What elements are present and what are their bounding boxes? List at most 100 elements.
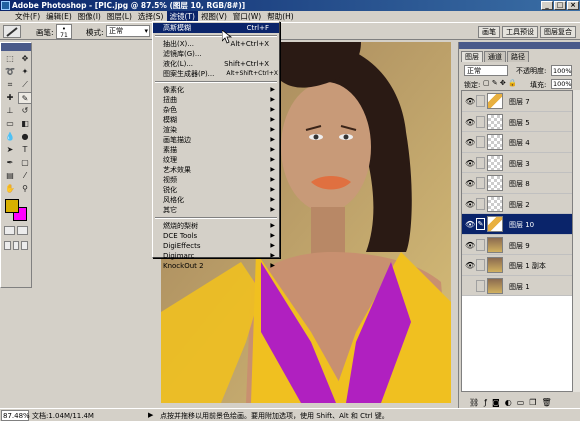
eye-icon[interactable]: 👁: [465, 97, 475, 106]
menu-item-blur[interactable]: 模糊 ▶: [153, 115, 279, 125]
maximize-button[interactable]: □: [554, 1, 566, 10]
eye-icon[interactable]: 👁: [465, 220, 475, 229]
menu-item-other[interactable]: 其它 ▶: [153, 205, 279, 215]
menu-item-digieffects[interactable]: DigiEffects ▶: [153, 241, 279, 251]
layer-list-scrollbar[interactable]: [572, 90, 580, 392]
layer-row[interactable]: 👁 图层 1 副本: [462, 255, 572, 276]
gradient-tool-icon[interactable]: ◧: [18, 118, 32, 130]
standard-screen-button[interactable]: [4, 241, 11, 250]
menu-item-digimarc[interactable]: Digimarc ▶: [153, 251, 279, 261]
eye-icon[interactable]: 👁: [465, 118, 475, 127]
shape-tool-icon[interactable]: ▢: [18, 157, 32, 169]
menu-item-texture[interactable]: 纹理 ▶: [153, 155, 279, 165]
menu-item-liquify[interactable]: 液化(L)... Shift+Ctrl+X: [153, 59, 279, 69]
menu-item-video[interactable]: 视频 ▶: [153, 175, 279, 185]
pen-tool-icon[interactable]: ✒: [3, 157, 17, 169]
menu-item-pixelate[interactable]: 像素化 ▶: [153, 85, 279, 95]
layer-row-selected[interactable]: 👁 ✎ 图层 10: [462, 214, 572, 235]
menu-item-brush-strokes[interactable]: 画笔描边 ▶: [153, 135, 279, 145]
link-cell[interactable]: [476, 95, 485, 107]
new-layer-icon[interactable]: ❐: [529, 398, 536, 407]
eye-icon[interactable]: 👁: [465, 159, 475, 168]
menu-item-stylize[interactable]: 风格化 ▶: [153, 195, 279, 205]
menu-item-pattern-maker[interactable]: 图案生成器(P)... Alt+Shift+Ctrl+X: [153, 69, 279, 79]
zoom-input[interactable]: 87.48%: [1, 410, 30, 421]
layer-row[interactable]: 图层 1: [462, 275, 572, 296]
notes-tool-icon[interactable]: ▤: [3, 170, 17, 182]
lock-icons[interactable]: ▢ ✎ ✥ 🔒: [483, 79, 517, 87]
link-cell[interactable]: [476, 177, 485, 189]
menu-item-distort[interactable]: 扭曲 ▶: [153, 95, 279, 105]
tab-layers[interactable]: 图层: [461, 51, 483, 62]
healing-brush-tool-icon[interactable]: ✚: [3, 92, 17, 104]
toolbox-header[interactable]: [1, 43, 31, 51]
history-brush-tool-icon[interactable]: ↺: [18, 105, 32, 117]
blur-tool-icon[interactable]: 💧: [3, 131, 17, 143]
link-cell[interactable]: [476, 115, 485, 128]
full-screen-button[interactable]: [21, 241, 29, 250]
menu-layer[interactable]: 图层(L): [104, 11, 135, 22]
move-tool-icon[interactable]: ✥: [18, 53, 32, 65]
menu-file[interactable]: 文件(F): [12, 11, 43, 22]
trash-icon[interactable]: 🗑: [541, 398, 551, 407]
menu-item-noise[interactable]: 杂色 ▶: [153, 105, 279, 115]
eyedropper-tool-icon[interactable]: ⁄: [18, 170, 32, 182]
layer-row[interactable]: 👁 图层 5: [462, 111, 572, 132]
tool-preset-picker[interactable]: [3, 25, 21, 38]
status-menu-arrow-icon[interactable]: ▶: [148, 411, 153, 419]
new-group-icon[interactable]: ▭: [517, 398, 525, 407]
menu-image[interactable]: 图像(I): [75, 11, 104, 22]
zoom-tool-icon[interactable]: ⚲: [18, 183, 32, 195]
link-cell[interactable]: [476, 238, 485, 251]
palette-tab-layer-comps[interactable]: 图层复合: [540, 26, 576, 38]
opacity-input[interactable]: 100%: [551, 65, 572, 76]
tab-channels[interactable]: 通道: [484, 51, 506, 62]
menu-edit[interactable]: 编辑(E): [43, 11, 75, 22]
brush-link-icon[interactable]: ✎: [476, 218, 485, 230]
layer-row[interactable]: 👁 图层 9: [462, 234, 572, 255]
magic-wand-tool-icon[interactable]: ✦: [18, 66, 32, 78]
slice-tool-icon[interactable]: ⟋: [18, 79, 32, 91]
link-cell[interactable]: [476, 197, 485, 210]
palette-tab-brushes[interactable]: 画笔: [478, 26, 500, 38]
link-layers-icon[interactable]: ⛓: [469, 398, 479, 407]
quick-mask-button[interactable]: [17, 226, 28, 235]
new-fill-layer-icon[interactable]: ◐: [505, 398, 512, 407]
link-cell[interactable]: [476, 279, 485, 292]
type-tool-icon[interactable]: T: [18, 144, 32, 156]
minimize-button[interactable]: _: [541, 1, 553, 10]
menu-item-plugin-pear-tree[interactable]: 燃烧的梨树 ▶: [153, 221, 279, 231]
full-screen-menu-button[interactable]: [12, 241, 20, 250]
link-cell[interactable]: [476, 136, 485, 148]
menu-item-artistic[interactable]: 艺术效果 ▶: [153, 165, 279, 175]
close-button[interactable]: ×: [567, 1, 579, 10]
eye-icon[interactable]: 👁: [465, 138, 475, 147]
tab-paths[interactable]: 路径: [507, 51, 529, 62]
layer-row[interactable]: 👁 图层 8: [462, 173, 572, 194]
hand-tool-icon[interactable]: ✋: [3, 183, 17, 195]
foreground-color-swatch[interactable]: [5, 199, 19, 213]
path-selection-tool-icon[interactable]: ➤: [3, 144, 17, 156]
brush-tool-icon[interactable]: ✎: [18, 92, 32, 104]
menu-item-dce-tools[interactable]: DCE Tools ▶: [153, 231, 279, 241]
blend-mode-select[interactable]: 正常: [464, 65, 508, 76]
clone-stamp-tool-icon[interactable]: ⊥: [3, 105, 17, 117]
mode-select[interactable]: 正常: [106, 25, 150, 37]
fill-input[interactable]: 100%: [551, 79, 572, 89]
marquee-tool-icon[interactable]: ⬚: [3, 53, 17, 65]
link-cell[interactable]: [476, 156, 485, 169]
layer-row[interactable]: 👁 图层 3: [462, 152, 572, 173]
panel-header[interactable]: [459, 42, 580, 49]
link-cell[interactable]: [476, 259, 485, 271]
eye-icon[interactable]: 👁: [465, 179, 475, 188]
menu-item-sharpen[interactable]: 锐化 ▶: [153, 185, 279, 195]
layer-row[interactable]: 👁 图层 7: [462, 91, 572, 112]
menu-item-knockout[interactable]: KnockOut 2 ▶: [153, 261, 279, 271]
menu-item-sketch[interactable]: 素描 ▶: [153, 145, 279, 155]
menu-item-extract[interactable]: 抽出(X)... Alt+Ctrl+X: [153, 39, 279, 49]
palette-tab-tool-presets[interactable]: 工具预设: [502, 26, 538, 38]
lasso-tool-icon[interactable]: ➰: [3, 66, 17, 78]
brush-picker[interactable]: • 71: [56, 24, 72, 39]
dodge-tool-icon[interactable]: ●: [18, 131, 32, 143]
layer-row[interactable]: 👁 图层 2: [462, 193, 572, 214]
